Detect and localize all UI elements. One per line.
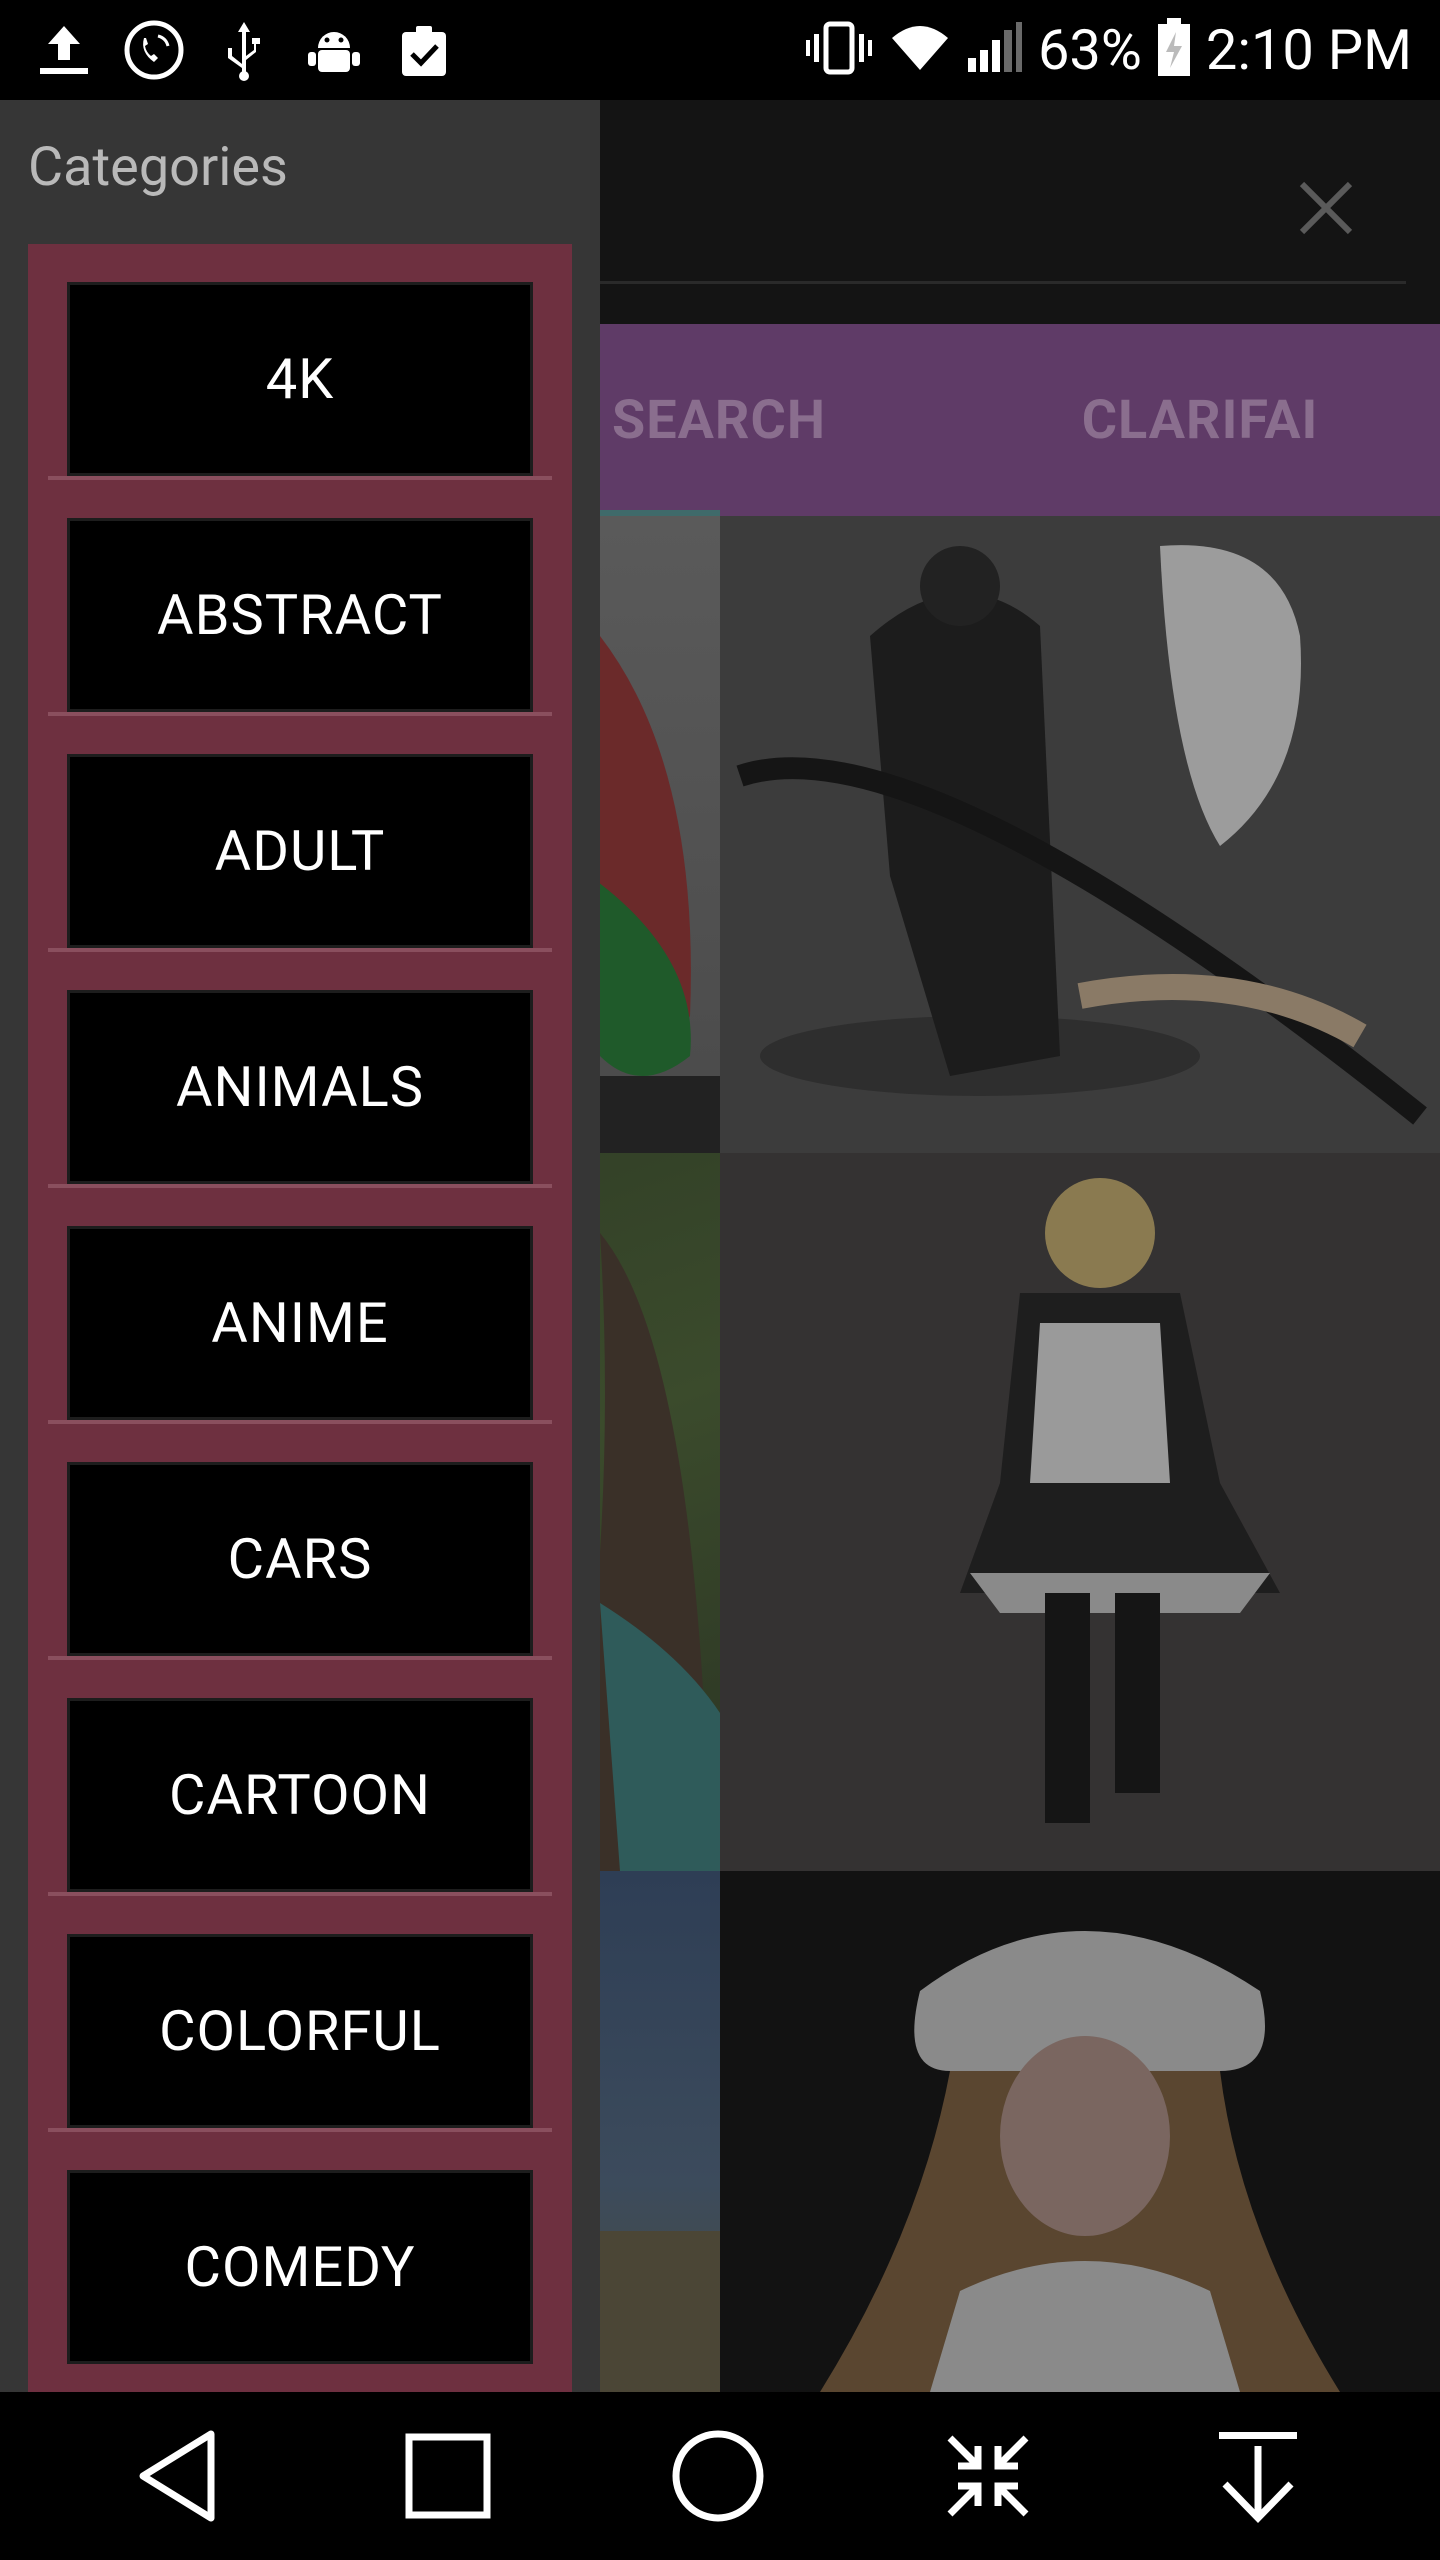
category-button-comedy[interactable]: COMEDY — [67, 2170, 533, 2364]
android-debug-icon — [300, 14, 368, 86]
collapse-icon[interactable] — [938, 2426, 1038, 2526]
list-item: ADULT — [28, 716, 572, 952]
navigation-bar — [0, 2392, 1440, 2560]
category-button-animals[interactable]: ANIMALS — [67, 990, 533, 1184]
list-item: ANIME — [28, 1188, 572, 1424]
status-bar: 63% 2:10 PM — [0, 0, 1440, 100]
clock: 2:10 PM — [1205, 17, 1412, 83]
category-button-cars[interactable]: CARS — [67, 1462, 533, 1656]
notification-icons — [30, 14, 458, 86]
drawer-title: Categories — [28, 136, 288, 199]
wifi-icon — [888, 20, 952, 80]
clipboard-check-icon — [390, 14, 458, 86]
category-button-anime[interactable]: ANIME — [67, 1226, 533, 1420]
list-item: ABSTRACT — [28, 480, 572, 716]
recents-icon[interactable] — [398, 2426, 498, 2526]
list-item: COLORFUL — [28, 1896, 572, 2132]
upload-icon — [30, 14, 98, 86]
category-button-adult[interactable]: ADULT — [67, 754, 533, 948]
tab-search[interactable]: SEARCH — [600, 324, 840, 516]
close-icon[interactable] — [1290, 172, 1362, 244]
category-button-cartoon[interactable]: CARTOON — [67, 1698, 533, 1892]
image-icon[interactable] — [720, 1153, 1440, 1871]
download-icon[interactable] — [1208, 2426, 1308, 2526]
list-item: CARTOON — [28, 1660, 572, 1896]
search-underline — [600, 281, 1406, 284]
image-icon[interactable] — [720, 1871, 1440, 2392]
system-status: 63% 2:10 PM — [804, 12, 1412, 88]
list-item: ANIMALS — [28, 952, 572, 1188]
vibrate-icon — [804, 20, 874, 80]
phone-call-icon — [120, 14, 188, 86]
categories-drawer: Categories 4K ABSTRACT ADULT ANIMALS ANI… — [0, 100, 600, 2392]
image-icon[interactable] — [720, 516, 1440, 1153]
list-item: CARS — [28, 1424, 572, 1660]
usb-icon — [210, 14, 278, 86]
battery-percent: 63% — [1037, 17, 1142, 83]
list-item: 4K — [28, 244, 572, 480]
back-icon[interactable] — [128, 2426, 228, 2526]
tab-clarifai[interactable]: CLARIFAI — [1000, 324, 1400, 516]
category-list: 4K ABSTRACT ADULT ANIMALS ANIME CARS CAR… — [28, 244, 572, 2392]
signal-icon — [966, 20, 1024, 80]
list-item: COMEDY — [28, 2132, 572, 2368]
battery-charging-icon — [1156, 18, 1192, 82]
category-button-abstract[interactable]: ABSTRACT — [67, 518, 533, 712]
category-button-colorful[interactable]: COLORFUL — [67, 1934, 533, 2128]
category-button-4k[interactable]: 4K — [67, 282, 533, 476]
home-icon[interactable] — [668, 2426, 768, 2526]
